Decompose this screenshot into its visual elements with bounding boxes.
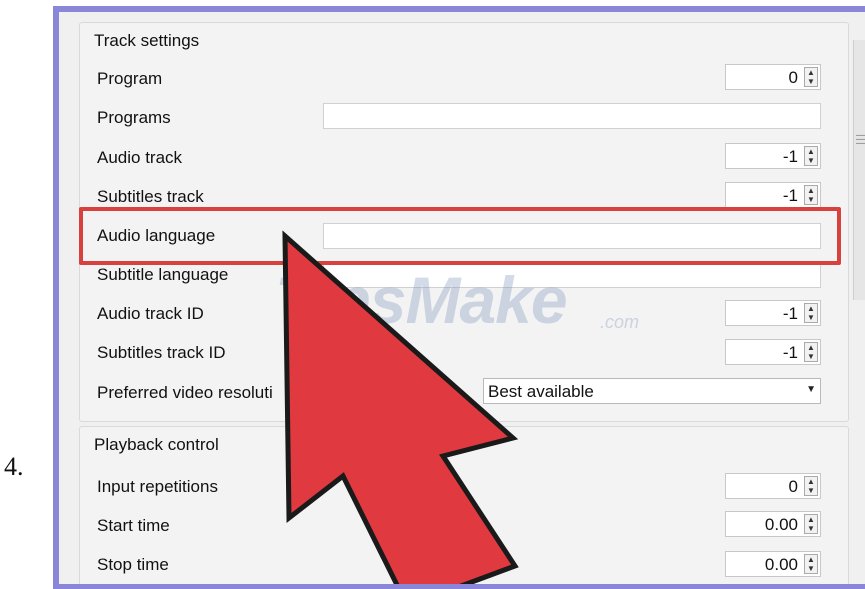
- frame-border: [53, 584, 865, 589]
- step-number: 4.: [4, 452, 24, 481]
- preferences-panel: Track settings Program 0 ▲ ▼ Programs Aud…: [53, 6, 865, 589]
- pointer-arrow-icon: [282, 230, 519, 589]
